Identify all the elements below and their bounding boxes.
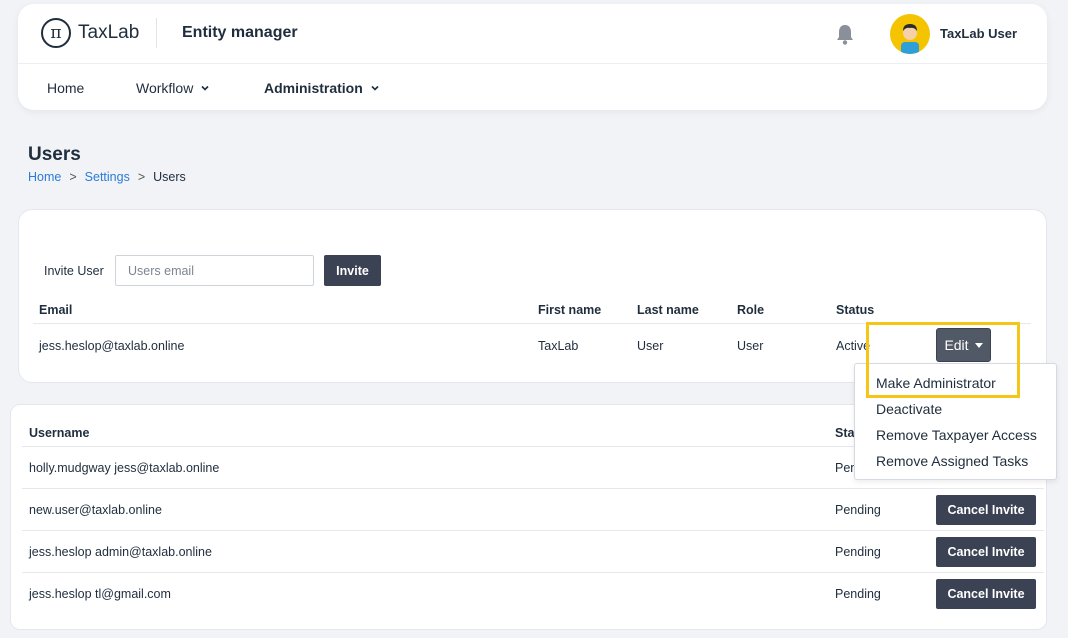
row-last-name: User [637, 339, 664, 353]
pending-row-username: new.user@taxlab.online [29, 503, 162, 517]
row-status: Active [836, 339, 871, 353]
header-divider [156, 18, 157, 48]
pending-row-status: Pending [835, 587, 881, 601]
chevron-down-icon [371, 85, 379, 91]
menu-item-remove-taxpayer-access[interactable]: Remove Taxpayer Access [876, 427, 1037, 443]
logo[interactable]: π TaxLab [41, 18, 139, 48]
invite-button[interactable]: Invite [324, 255, 381, 286]
row-first-name: TaxLab [538, 339, 579, 353]
breadcrumb-home[interactable]: Home [28, 170, 61, 184]
highlight-box [866, 322, 1020, 398]
row-email: jess.heslop@taxlab.online [39, 339, 185, 353]
breadcrumb-current: Users [153, 170, 186, 184]
nav-administration-label: Administration [264, 80, 363, 96]
logo-text: TaxLab [78, 22, 140, 43]
row-divider [22, 488, 1044, 489]
nav-administration[interactable]: Administration [264, 80, 379, 96]
header-status-pending: Sta [835, 426, 855, 440]
row-divider [22, 530, 1044, 531]
chevron-down-icon [201, 85, 209, 91]
pending-row-username: holly.mudgway jess@taxlab.online [29, 461, 220, 475]
pending-row-username: jess.heslop tl@gmail.com [29, 587, 171, 601]
pending-row-username: jess.heslop admin@taxlab.online [29, 545, 212, 559]
top-header: π TaxLab Entity manager TaxLab User Home… [18, 4, 1047, 110]
header-top-bar: π TaxLab Entity manager TaxLab User [18, 4, 1047, 64]
bell-icon[interactable] [835, 23, 855, 45]
page-title: Users [28, 144, 81, 165]
row-role: User [737, 339, 764, 353]
header-last-name: Last name [637, 303, 699, 317]
avatar[interactable] [890, 14, 930, 54]
app-title: Entity manager [182, 24, 298, 41]
cancel-invite-button[interactable]: Cancel Invite [936, 495, 1036, 525]
header-first-name: First name [538, 303, 602, 317]
menu-item-remove-assigned-tasks[interactable]: Remove Assigned Tasks [876, 453, 1028, 469]
main-nav: Home Workflow Administration [18, 64, 1047, 110]
cancel-invite-button[interactable]: Cancel Invite [936, 537, 1036, 567]
breadcrumb-separator: > [137, 170, 146, 184]
logo-pi-icon: π [41, 18, 71, 48]
nav-home-label: Home [47, 80, 85, 96]
nav-workflow-label: Workflow [136, 80, 194, 96]
pending-row-status: Pending [835, 503, 881, 517]
header-username: Username [29, 426, 90, 440]
nav-workflow[interactable]: Workflow [136, 80, 209, 96]
user-name[interactable]: TaxLab User [940, 26, 1017, 41]
header-role: Role [737, 303, 765, 317]
users-email-input[interactable] [115, 255, 314, 286]
breadcrumb-settings[interactable]: Settings [85, 170, 130, 184]
pending-row-status: Pending [835, 545, 881, 559]
header-status: Status [836, 303, 875, 317]
menu-item-deactivate[interactable]: Deactivate [876, 401, 942, 417]
breadcrumb-separator: > [69, 170, 77, 184]
breadcrumb: Home > Settings > Users [28, 170, 186, 184]
cancel-invite-button[interactable]: Cancel Invite [936, 579, 1036, 609]
nav-home[interactable]: Home [47, 80, 84, 96]
invite-user-label: Invite User [44, 264, 104, 278]
header-email: Email [39, 303, 73, 317]
row-divider [22, 572, 1044, 573]
